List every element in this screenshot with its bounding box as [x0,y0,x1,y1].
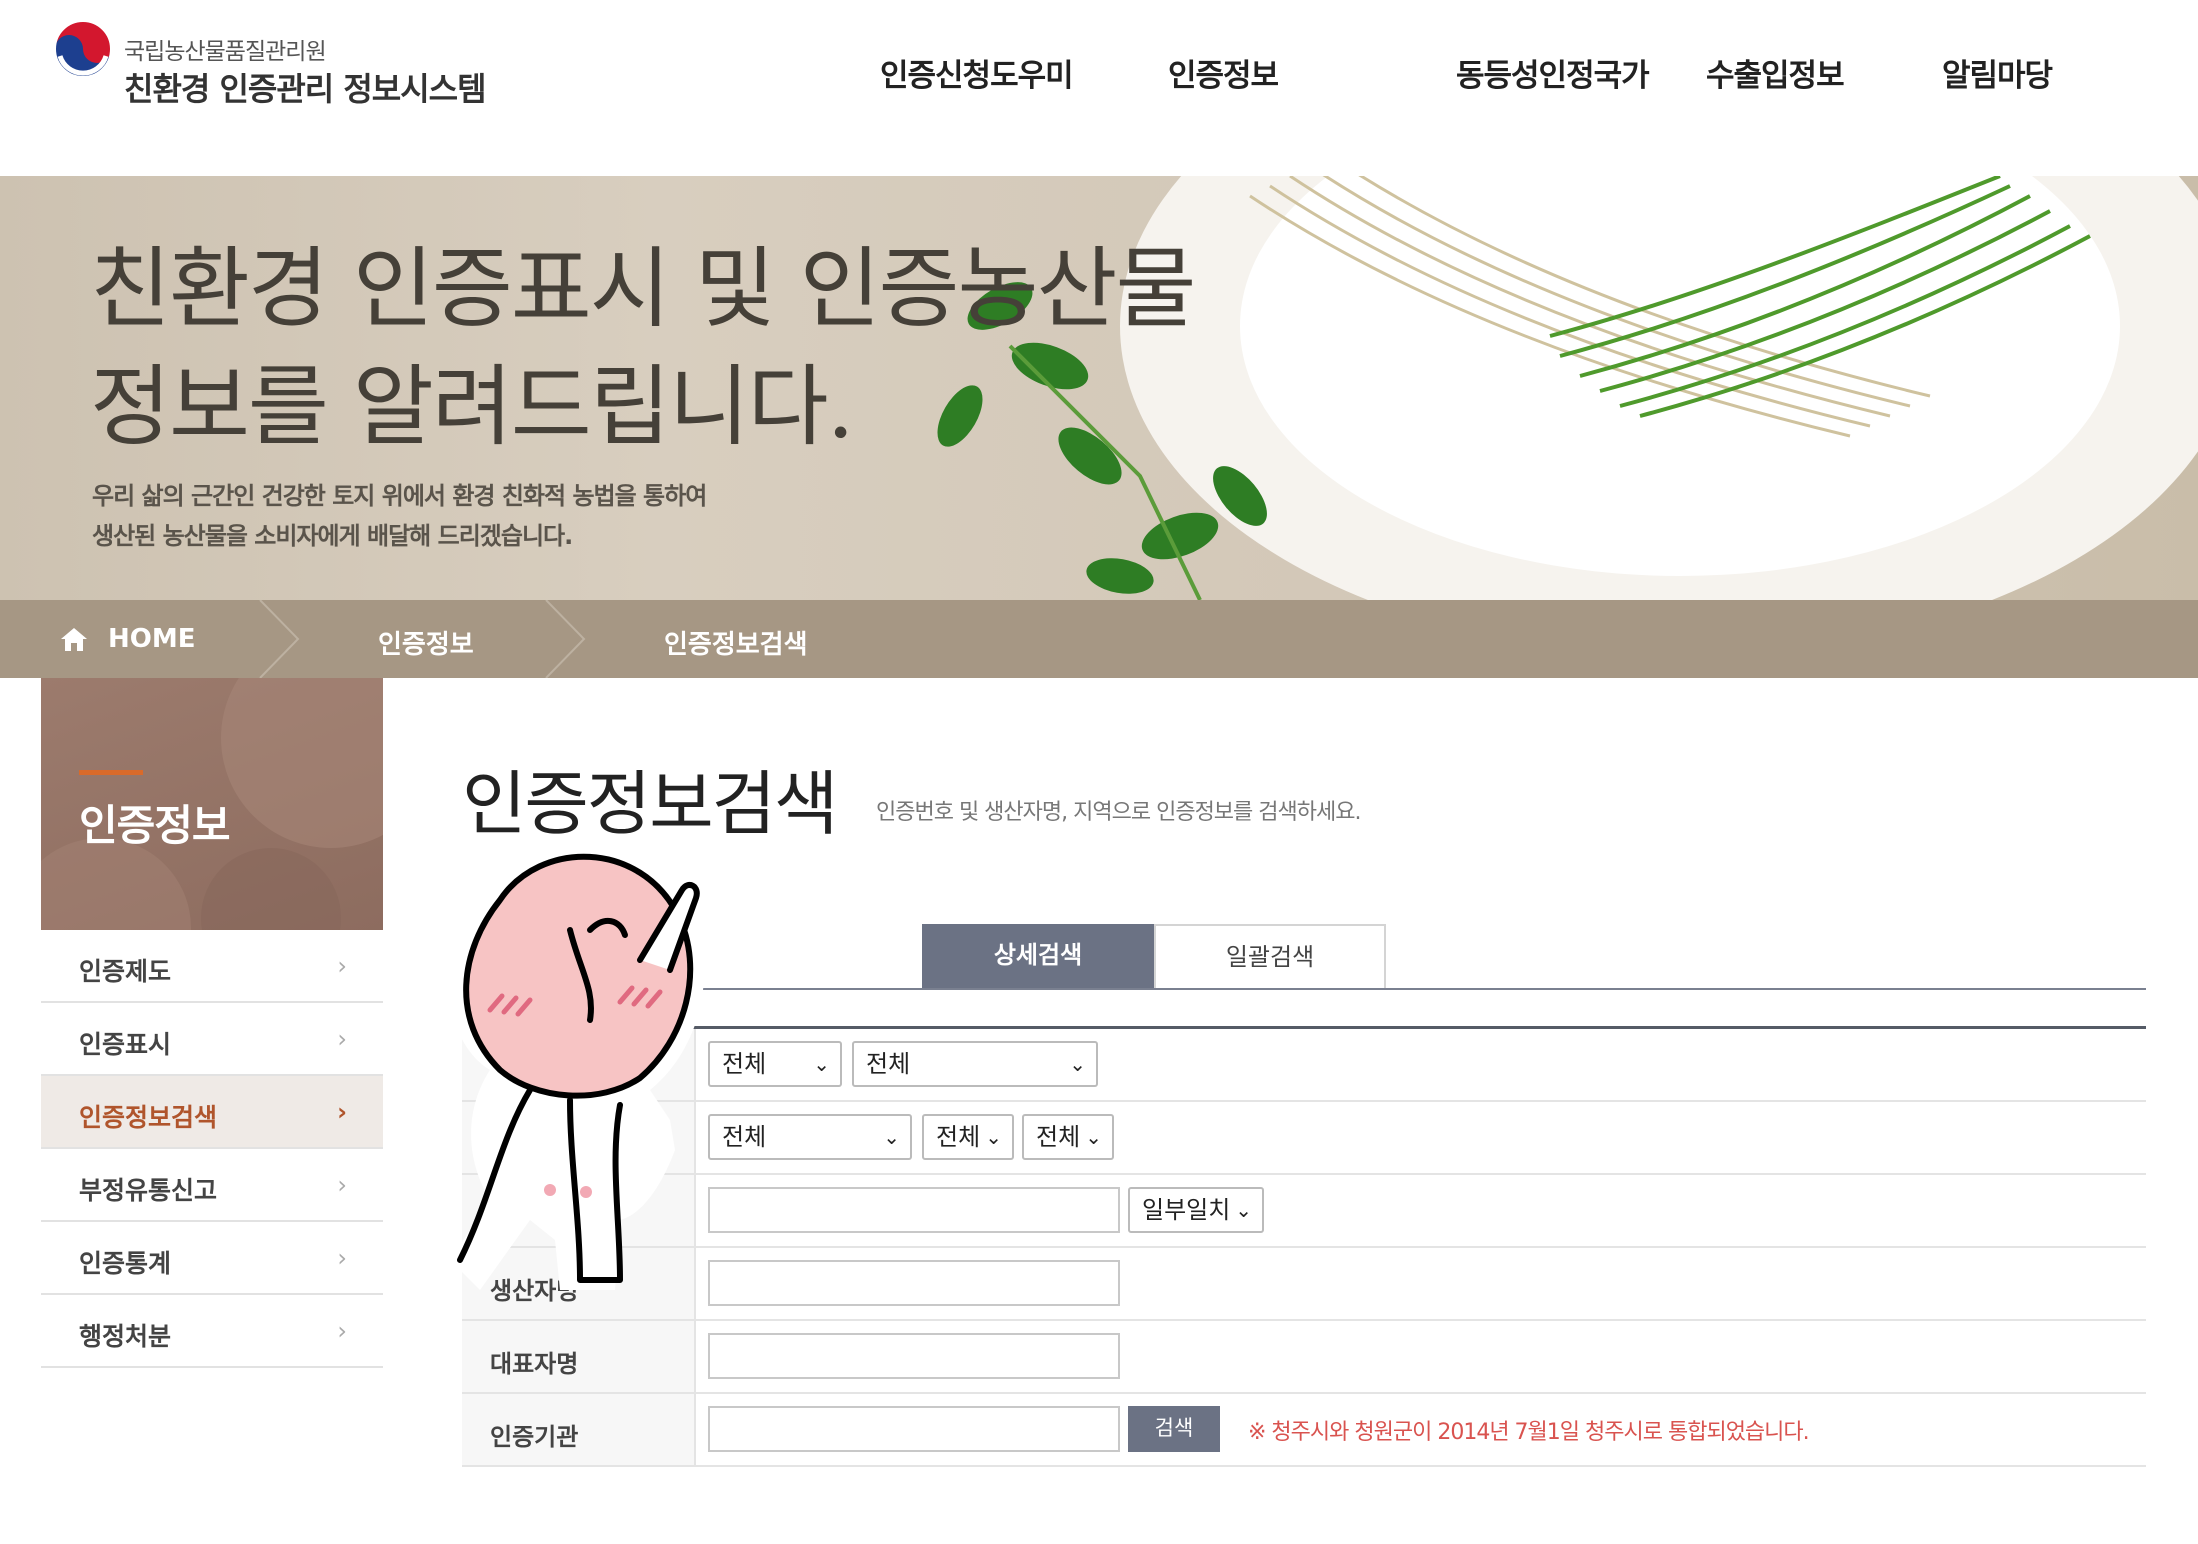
form-row-header: 인증기관 [462,1394,696,1465]
region-town-select[interactable]: 전체 ⌄ [1022,1114,1114,1160]
breadcrumb-separators [259,600,586,678]
page-description: 인증번호 및 생산자명, 지역으로 인증정보를 검색하세요. [876,800,1361,825]
select-value: 전체 [936,1123,981,1151]
tab-detail-search[interactable]: 상세검색 [922,924,1154,988]
site-logo[interactable]: 국립농산물품질관리원 친환경 인증관리 정보시스템 [52,14,532,114]
chevron-right-icon: › [337,1025,347,1053]
representative-name-input[interactable] [708,1333,1120,1379]
sidebar-item-label: 인증정보검색 [79,1103,218,1132]
banner-title: 친환경 인증표시 및 인증농산물 정보를 알려드립니다. [90,230,1196,466]
peach-character-sticker [448,834,705,1290]
gnb-notice-board[interactable]: 알림마당 [1942,50,2053,95]
chevron-down-icon: ⌄ [813,1052,830,1076]
cert-agency-label: 인증기관 [490,1423,579,1451]
gnb-import-export[interactable]: 수출입정보 [1706,50,1845,95]
home-icon [61,628,87,651]
banner-title-line1: 친환경 인증표시 및 인증농산물 [90,237,1196,340]
chevron-down-icon: ⌄ [1085,1125,1102,1149]
breadcrumb-cert-info[interactable]: 인증정보 [378,624,474,661]
taegeuk-logo-icon [54,20,112,78]
chevron-down-icon: ⌄ [985,1125,1002,1149]
form-row-header: 대표자명 [462,1321,696,1392]
chevron-right-icon: › [337,1317,347,1345]
agency-name: 국립농산물품질관리원 [124,39,327,65]
gnb-cert-info[interactable]: 인증정보 [1168,50,1279,95]
subcategory-select[interactable]: 전체 ⌄ [852,1041,1098,1087]
cert-agency-input[interactable] [708,1406,1120,1452]
sidebar-title-accent [79,770,143,775]
search-button[interactable]: 검색 [1128,1406,1220,1452]
chevron-right-icon: › [337,1098,347,1126]
sidebar-item-label: 인증제도 [79,957,172,986]
sidebar-item-cert-system[interactable]: 인증제도 › [41,930,383,1003]
sidebar-item-cert-search[interactable]: 인증정보검색 › [41,1076,383,1149]
banner-title-line2: 정보를 알려드립니다. [90,355,855,458]
sidebar-item-fraud-report[interactable]: 부정유통신고 › [41,1149,383,1222]
sidebar-item-cert-stats[interactable]: 인증통계 › [41,1222,383,1295]
sidebar-item-admin-action[interactable]: 행정처분 › [41,1295,383,1368]
tab-bulk-search[interactable]: 일괄검색 [1154,924,1386,988]
gnb-equivalence-countries[interactable]: 동등성인정국가 [1456,50,1650,95]
chevron-down-icon: ⌄ [883,1125,900,1149]
form-row: 대표자명 [462,1321,2146,1394]
chevron-right-icon: › [337,1244,347,1272]
form-row: 인증기관 검색 ※ 청주시와 청원군이 2014년 7월1일 청주시로 통합되었… [462,1394,2146,1467]
banner-desc-line1: 우리 삶의 근간인 건강한 토지 위에서 환경 친화적 농법을 통하여 [92,482,707,510]
sidebar-header: 인증정보 [41,678,383,930]
sidebar-item-label: 부정유통신고 [79,1176,218,1205]
breadcrumb-cert-search[interactable]: 인증정보검색 [664,624,808,661]
hero-banner: 친환경 인증표시 및 인증농산물 정보를 알려드립니다. 우리 삶의 근간인 건… [0,176,2198,600]
sidebar-title: 인증정보 [79,801,231,850]
system-name: 친환경 인증관리 정보시스템 [124,70,487,108]
region-city-select[interactable]: 전체 ⌄ [922,1114,1014,1160]
breadcrumb: HOME 인증정보 인증정보검색 [0,600,2198,678]
chevron-right-icon: › [337,1171,347,1199]
representative-name-label: 대표자명 [490,1350,579,1378]
sidebar-menu: 인증제도 › 인증표시 › 인증정보검색 › 부정유통신고 › 인증통계 › 행… [41,930,383,1368]
select-value: 일부일치 [1142,1196,1231,1224]
sidebar-item-label: 인증표시 [79,1030,172,1059]
gnb-cert-helper[interactable]: 인증신청도우미 [880,50,1074,95]
sidebar-item-label: 인증통계 [79,1249,172,1278]
match-type-select[interactable]: 일부일치 ⌄ [1128,1187,1264,1233]
site-header: 국립농산물품질관리원 친환경 인증관리 정보시스템 인증신청도우미 인증정보 동… [0,0,2198,176]
banner-desc-line2: 생산된 농산물을 소비자에게 배달해 드리겠습니다. [92,522,573,550]
select-value: 전체 [1036,1123,1081,1151]
merge-notice: ※ 청주시와 청원군이 2014년 7월1일 청주시로 통합되었습니다. [1248,1420,1810,1445]
chevron-down-icon: ⌄ [1069,1052,1086,1076]
banner-description: 우리 삶의 근간인 건강한 토지 위에서 환경 친화적 농법을 통하여 생산된 … [92,476,707,556]
chevron-down-icon: ⌄ [1235,1198,1252,1222]
chevron-right-icon: › [337,952,347,980]
sidebar-item-label: 행정처분 [79,1322,172,1351]
sidebar-item-cert-mark[interactable]: 인증표시 › [41,1003,383,1076]
select-value: 전체 [866,1050,911,1078]
breadcrumb-home[interactable]: HOME [108,624,196,654]
